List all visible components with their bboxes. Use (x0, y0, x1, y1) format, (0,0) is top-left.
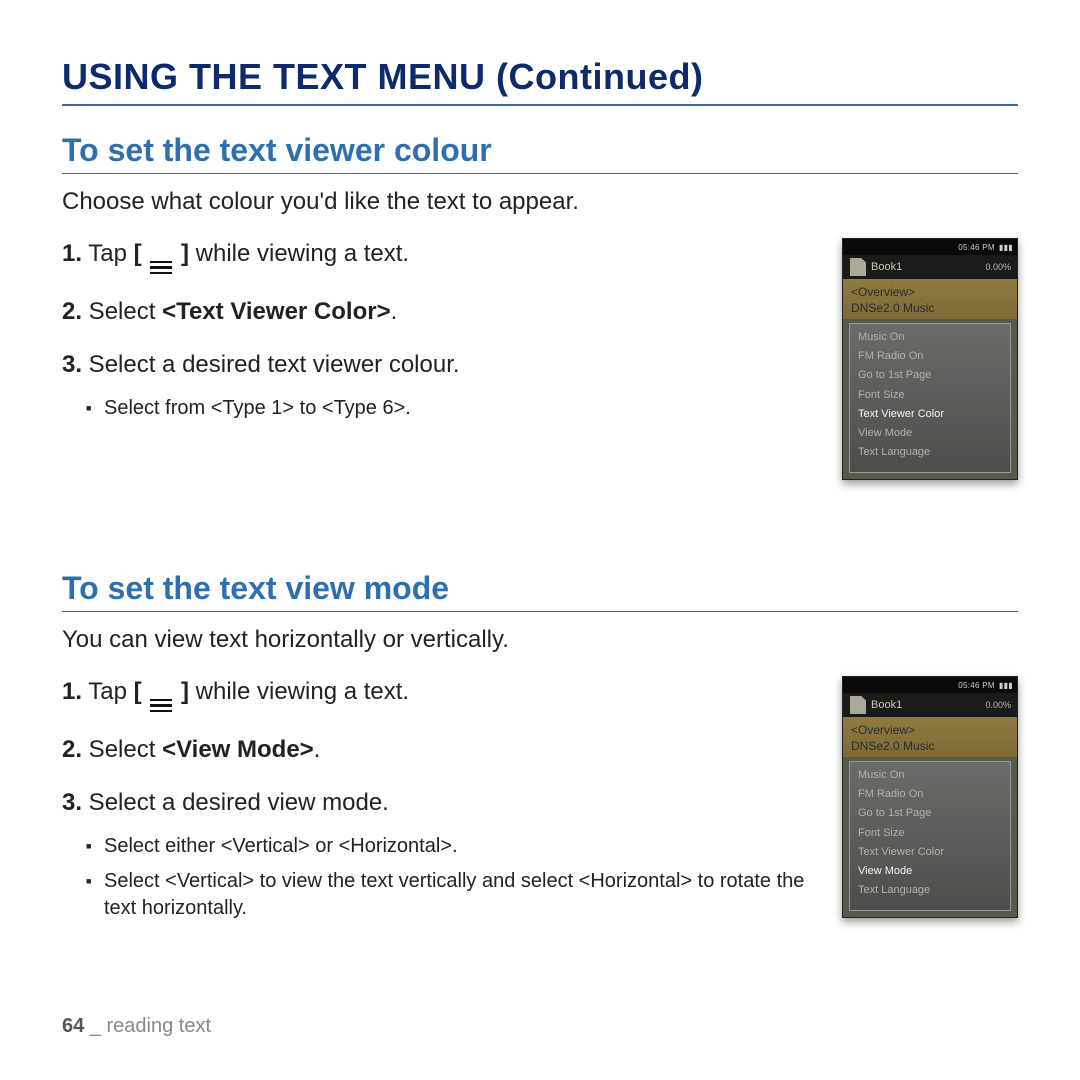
device-book-title: Book1 (871, 261, 902, 273)
device-progress: 0.00% (985, 700, 1011, 710)
device-statusbar: 05:46 PM ▮▮▮ (843, 239, 1017, 255)
section-intro: You can view text horizontally or vertic… (62, 626, 1018, 654)
device-menu-item: FM Radio On (858, 785, 1002, 804)
step-bold: <Text Viewer Color> (162, 298, 391, 325)
device-time: 05:46 PM (958, 243, 995, 252)
step-text: Select (82, 298, 162, 325)
step-1: 1. Tap [ ] while viewing a text. (62, 238, 820, 276)
device-time: 05:46 PM (958, 681, 995, 690)
section-heading: To set the text view mode (62, 570, 1018, 612)
device-book-bg: <Overview> DNSe2.0 Music (843, 717, 1017, 757)
page-title: USING THE TEXT MENU (Continued) (62, 56, 1018, 106)
step-number: 1. (62, 678, 82, 705)
device-menu-item: View Mode (858, 862, 1002, 881)
step-number: 2. (62, 736, 82, 763)
step-1: 1. Tap [ ] while viewing a text. (62, 676, 820, 714)
device-statusbar: 05:46 PM ▮▮▮ (843, 677, 1017, 693)
device-menu-item: Font Size (858, 824, 1002, 843)
battery-icon: ▮▮▮ (999, 243, 1013, 252)
section-intro: Choose what colour you'd like the text t… (62, 188, 1018, 216)
step-bold: <View Mode> (162, 736, 314, 763)
menu-icon (150, 258, 172, 276)
section-heading: To set the text viewer colour (62, 132, 1018, 174)
step-number: 3. (62, 789, 82, 816)
step-text: while viewing a text. (189, 240, 409, 267)
device-screenshot: 05:46 PM ▮▮▮ Book1 0.00% <Overview> DNSe… (842, 238, 1018, 480)
bracket-close: ] (174, 678, 189, 705)
device-overview: <Overview> (851, 723, 1009, 737)
device-menu-item: Music On (858, 766, 1002, 785)
step-text: . (391, 298, 398, 325)
menu-icon (150, 696, 172, 714)
battery-icon: ▮▮▮ (999, 681, 1013, 690)
device-menu-popup: Music OnFM Radio OnGo to 1st PageFont Si… (849, 761, 1011, 911)
device-screenshot: 05:46 PM ▮▮▮ Book1 0.00% <Overview> DNSe… (842, 676, 1018, 918)
section-text-viewer-colour: To set the text viewer colour Choose wha… (62, 132, 1018, 480)
device-menu-item: Music On (858, 328, 1002, 347)
step-2: 2. Select <Text Viewer Color>. (62, 296, 820, 328)
device-titlebar: Book1 0.00% (843, 255, 1017, 279)
step-text: Tap (82, 240, 134, 267)
step-text: Select a desired text viewer colour. (82, 351, 460, 378)
device-menu-item: FM Radio On (858, 347, 1002, 366)
page-footer: 64 _ reading text (62, 1015, 211, 1038)
device-book-title: Book1 (871, 699, 902, 711)
device-book-bg: <Overview> DNSe2.0 Music (843, 279, 1017, 319)
step-3: 3. Select a desired text viewer colour. … (62, 349, 820, 422)
device-menu-popup: Music OnFM Radio OnGo to 1st PageFont Si… (849, 323, 1011, 473)
chapter-name: reading text (107, 1015, 212, 1037)
page-number: 64 (62, 1015, 84, 1037)
step-text: Select a desired view mode. (82, 789, 389, 816)
device-menu-item: View Mode (858, 424, 1002, 443)
device-menu-item: Text Language (858, 443, 1002, 462)
step-2: 2. Select <View Mode>. (62, 734, 820, 766)
device-menu-item: Text Language (858, 881, 1002, 900)
device-menu-item: Go to 1st Page (858, 366, 1002, 385)
bracket-close: ] (174, 240, 189, 267)
device-menu-item: Go to 1st Page (858, 804, 1002, 823)
device-menu-item: Text Viewer Color (858, 843, 1002, 862)
step-3: 3. Select a desired view mode. Select ei… (62, 787, 820, 922)
step-text: Select (82, 736, 162, 763)
device-titlebar: Book1 0.00% (843, 693, 1017, 717)
bracket-open: [ (134, 678, 149, 705)
section-text-view-mode: To set the text view mode You can view t… (62, 570, 1018, 942)
step-number: 3. (62, 351, 82, 378)
device-progress: 0.00% (985, 262, 1011, 272)
sub-bullet: Select either <Vertical> or <Horizontal>… (86, 833, 820, 860)
device-overview: <Overview> (851, 285, 1009, 299)
footer-sep: _ (84, 1015, 106, 1037)
step-number: 1. (62, 240, 82, 267)
step-text: . (314, 736, 321, 763)
sub-bullet: Select <Vertical> to view the text verti… (86, 868, 820, 922)
sub-bullet: Select from <Type 1> to <Type 6>. (86, 395, 820, 422)
bracket-open: [ (134, 240, 149, 267)
step-number: 2. (62, 298, 82, 325)
device-dnse: DNSe2.0 Music (851, 301, 1009, 315)
device-dnse: DNSe2.0 Music (851, 739, 1009, 753)
device-menu-item: Font Size (858, 386, 1002, 405)
step-text: Tap (82, 678, 134, 705)
device-menu-item: Text Viewer Color (858, 405, 1002, 424)
step-text: while viewing a text. (189, 678, 409, 705)
